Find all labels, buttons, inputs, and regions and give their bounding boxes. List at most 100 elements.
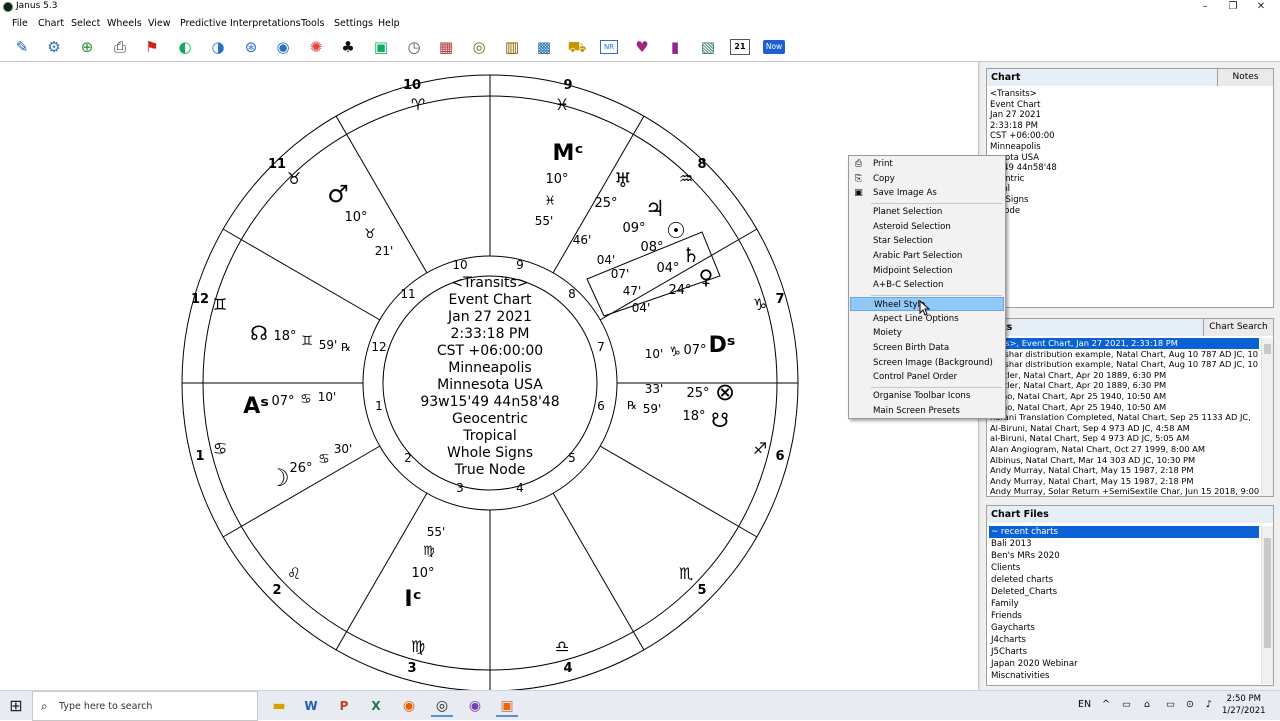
chart-wheel[interactable]: 10 9 8 7 6 5 4 3 2 1 12 11 10 9 8 7 6 5 … bbox=[0, 62, 978, 690]
tor-icon[interactable]: ◉ bbox=[464, 695, 486, 717]
file-explorer-icon[interactable]: ▬ bbox=[268, 695, 290, 717]
menu-interpretations[interactable]: Interpretations bbox=[230, 18, 301, 29]
list-item[interactable]: Friends bbox=[989, 610, 1259, 622]
list-item[interactable]: Andy Murray, Solar Return +SemiSextile C… bbox=[989, 486, 1259, 496]
nr-icon[interactable]: NR bbox=[600, 40, 618, 54]
chart-icon[interactable]: ⚙ bbox=[44, 37, 64, 57]
system-clock[interactable]: 2:50 PM 1/27/2021 bbox=[1222, 693, 1266, 717]
janus-taskbar-icon[interactable]: ◎ bbox=[431, 695, 453, 717]
menu-item-copy[interactable]: ⎘ Copy bbox=[850, 172, 1004, 186]
chevron-up-icon[interactable]: ^ bbox=[1102, 699, 1110, 710]
chart-wheel-area[interactable]: 10 9 8 7 6 5 4 3 2 1 12 11 10 9 8 7 6 5 … bbox=[0, 62, 978, 690]
battery-icon[interactable]: ▭ bbox=[1122, 699, 1131, 710]
minimize-button[interactable]: – bbox=[1190, 0, 1220, 14]
list-item[interactable]: Alan Angiogram, Natal Chart, Oct 27 1999… bbox=[989, 444, 1259, 455]
grid-icon[interactable]: ▦ bbox=[436, 37, 456, 57]
menu-item-screen-birth-data[interactable]: Screen Birth Data bbox=[850, 341, 1004, 355]
menu-predictive[interactable]: Predictive bbox=[180, 18, 227, 29]
list-item[interactable]: Albinus, Natal Chart, Mar 14 303 AD JC, … bbox=[989, 455, 1259, 466]
display-icon[interactable]: ▭ bbox=[1166, 699, 1175, 710]
menu-item-arabic-part-selection[interactable]: Arabic Part Selection bbox=[850, 249, 1004, 263]
planets-icon[interactable]: ♣ bbox=[338, 37, 358, 57]
list-item[interactable]: harani Translation Completed, Natal Char… bbox=[989, 412, 1259, 423]
list-item[interactable]: Andy Murray, Natal Chart, May 15 1987, 2… bbox=[989, 465, 1259, 476]
notes-button[interactable]: Notes bbox=[1217, 69, 1273, 86]
menu-item-star-selection[interactable]: Star Selection bbox=[850, 234, 1004, 248]
menu-item-main-screen-presets[interactable]: Main Screen Presets bbox=[850, 404, 1004, 418]
menu-help[interactable]: Help bbox=[378, 18, 400, 29]
volume-icon[interactable]: ♪ bbox=[1206, 699, 1212, 710]
firefox-icon[interactable]: ◉ bbox=[398, 695, 420, 717]
list-item[interactable]: f Hitler, Natal Chart, Apr 20 1889, 6:30… bbox=[989, 380, 1259, 391]
list-item[interactable]: nsits>, Event Chart, Jan 27 2021, 2:33:1… bbox=[989, 338, 1259, 349]
windows-start-icon[interactable]: ⊞ bbox=[5, 695, 27, 717]
language-indicator[interactable]: EN bbox=[1078, 699, 1091, 710]
charts-scrollbar[interactable] bbox=[1261, 338, 1273, 496]
now-button[interactable]: Now bbox=[763, 40, 785, 54]
list-item[interactable]: J5Charts bbox=[989, 646, 1259, 658]
chart-search-button[interactable]: Chart Search bbox=[1203, 319, 1273, 336]
menu-tools[interactable]: Tools bbox=[301, 18, 324, 29]
taskbar-search-box[interactable]: ⌕ Type here to search bbox=[32, 691, 258, 721]
restore-button[interactable]: ❐ bbox=[1218, 0, 1248, 14]
list-item[interactable]: Bali 2013 bbox=[989, 538, 1259, 550]
aspect-wheel-icon[interactable]: ✺ bbox=[306, 37, 326, 57]
network-icon[interactable]: ⌂ bbox=[1144, 699, 1150, 710]
menu-item-planet-selection[interactable]: Planet Selection bbox=[850, 205, 1004, 219]
heart-icon[interactable]: ♥ bbox=[632, 37, 652, 57]
clock-icon[interactable]: ◷ bbox=[404, 37, 424, 57]
menu-item-midpoint-selection[interactable]: Midpoint Selection bbox=[850, 264, 1004, 278]
circle-icon[interactable]: ◎ bbox=[469, 37, 489, 57]
files-scrollbar[interactable] bbox=[1261, 526, 1273, 684]
list-item[interactable]: Japan 2020 Webinar bbox=[989, 658, 1259, 670]
list-item[interactable]: ~ recent charts bbox=[989, 526, 1259, 538]
menu-settings[interactable]: Settings bbox=[334, 18, 373, 29]
menu-item-control-panel-order[interactable]: Control Panel Order bbox=[850, 370, 1004, 384]
list-item[interactable]: deleted charts bbox=[989, 574, 1259, 586]
wheel-icon[interactable]: ⊛ bbox=[241, 37, 261, 57]
frame-icon[interactable]: ▣ bbox=[371, 37, 391, 57]
list-item[interactable]: Ma'shar distribution example, Natal Char… bbox=[989, 349, 1259, 360]
list-item[interactable]: Ben's MRs 2020 bbox=[989, 550, 1259, 562]
zoom-chart-icon[interactable]: ⊕ bbox=[77, 37, 97, 57]
menu-item-abc-selection[interactable]: A+B-C Selection bbox=[850, 278, 1004, 292]
menu-item-asteroid-selection[interactable]: Asteroid Selection bbox=[850, 220, 1004, 234]
flag-icon[interactable]: ⚑ bbox=[142, 37, 162, 57]
list-item[interactable]: f Hitler, Natal Chart, Apr 20 1889, 6:30… bbox=[989, 370, 1259, 381]
calendar-icon[interactable]: 21 bbox=[730, 39, 750, 55]
menu-view[interactable]: View bbox=[148, 18, 171, 29]
list-item[interactable]: acino, Natal Chart, Apr 25 1940, 10:50 A… bbox=[989, 402, 1259, 413]
menu-item-organise-toolbar-icons[interactable]: Organise Toolbar Icons bbox=[850, 389, 1004, 403]
powerpoint-icon[interactable]: P bbox=[333, 695, 355, 717]
menu-select[interactable]: Select bbox=[71, 18, 100, 29]
list-item[interactable]: Clients bbox=[989, 562, 1259, 574]
list-item[interactable]: Andy Murray, Natal Chart, May 15 1987, 2… bbox=[989, 476, 1259, 487]
menu-item-screen-image-background[interactable]: Screen Image (Background) bbox=[850, 356, 1004, 370]
columns-icon[interactable]: ▮ bbox=[665, 37, 685, 57]
world-map-icon[interactable]: ▩ bbox=[534, 37, 554, 57]
table-icon[interactable]: ▥ bbox=[502, 37, 522, 57]
pen-icon[interactable]: ✎ bbox=[12, 37, 32, 57]
list-item[interactable]: J4charts bbox=[989, 634, 1259, 646]
list-item[interactable]: Deleted_Charts bbox=[989, 586, 1259, 598]
close-button[interactable]: ✕ bbox=[1246, 0, 1276, 14]
list-item[interactable]: Ma'shar distribution example, Natal Char… bbox=[989, 359, 1259, 370]
list-item[interactable]: Gaycharts bbox=[989, 622, 1259, 634]
car-icon[interactable]: ⛟ bbox=[567, 37, 587, 57]
wheel-transit-icon[interactable]: ◑ bbox=[208, 37, 228, 57]
menu-item-save-image-as[interactable]: ▣ Save Image As bbox=[850, 186, 1004, 200]
menu-chart[interactable]: Chart bbox=[38, 18, 64, 29]
word-icon[interactable]: W bbox=[300, 695, 322, 717]
print-icon[interactable]: ⎙ bbox=[110, 37, 130, 57]
wheel-t-icon[interactable]: ◉ bbox=[273, 37, 293, 57]
list-item[interactable]: Miscnativities bbox=[989, 670, 1259, 682]
wifi-icon[interactable]: ⊙ bbox=[1186, 699, 1194, 710]
menu-item-moiety[interactable]: Moiety bbox=[850, 326, 1004, 340]
excel-icon[interactable]: X bbox=[365, 695, 387, 717]
menu-wheels[interactable]: Wheels bbox=[107, 18, 142, 29]
wheel-s-icon[interactable]: ◐ bbox=[175, 37, 195, 57]
graph-icon[interactable]: ▧ bbox=[698, 37, 718, 57]
list-item[interactable]: Family bbox=[989, 598, 1259, 610]
menu-file[interactable]: File bbox=[12, 18, 28, 29]
app-icon[interactable]: ▣ bbox=[496, 695, 518, 717]
